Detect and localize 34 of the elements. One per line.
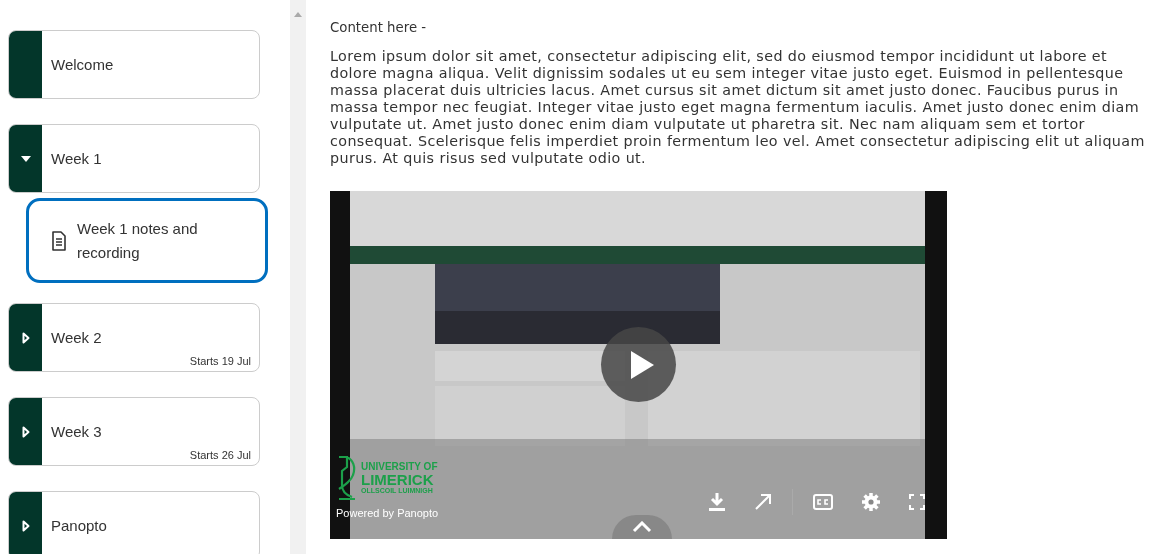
content-heading: Content here - [330,20,428,35]
module-title: Welcome [51,56,114,73]
scrollbar[interactable] [290,0,306,554]
play-icon [628,349,655,380]
start-date: Starts 26 Jul [189,449,251,461]
module-title: Panopto [51,517,107,534]
download-icon[interactable] [708,492,726,512]
logo-text: UNIVERSITY OF [361,462,438,472]
module-card[interactable]: Week 1 [8,124,260,193]
start-date: Starts 19 Jul [189,355,251,367]
module-title: Week 2 [51,329,102,346]
caret-right-icon[interactable] [21,425,30,438]
document-icon [51,230,67,251]
topic-item[interactable]: Week 1 notes and recording [26,198,268,283]
captions-icon[interactable] [813,494,833,510]
caret-up-icon [632,521,652,533]
crest-icon [336,455,358,501]
caret-right-icon[interactable] [21,519,30,532]
settings-icon[interactable] [861,492,881,512]
caret-down-icon[interactable] [19,154,32,163]
module-card[interactable]: Welcome [8,30,260,99]
share-icon[interactable] [754,493,772,511]
content-paragraph: Lorem ipsum dolor sit amet, consectetur adipiscing elit, sed do eiusmod tempor incididunt ut labore et dolore magna aliqua. Velit dignissim sodales ut eu sem integer vitae justo eget. Euismod in pellentesque massa placerat duis ultricies lacus. Amet cursus sit amet dictum sit amet justo donec. Faucibus purus in massa tempor nec feugiat. Integer vitae justo eget magna fermentum iaculis. Amet justo donec enim diam vulputate ut. Amet justo donec enim diam vulputate ut pharetra sit. Nec nam aliquam sem et tortor consequat. Scelerisque felis imperdiet proin fermentum leo vel. Amet consectetur adipiscing elit ut aliquam purus. At quis risus sed vulputate odio ut. [330,48,1146,167]
module-card[interactable]: Week 3 Starts 26 Jul [8,397,260,466]
module-card[interactable]: Panopto [8,491,260,554]
logo-text: LIMERICK [361,472,435,487]
scroll-up-icon[interactable] [294,11,302,17]
module-card[interactable]: Week 2 Starts 19 Jul [8,303,260,372]
expand-tab[interactable] [612,515,672,539]
module-title: Week 1 [51,150,102,167]
caret-right-icon[interactable] [21,331,30,344]
module-title: Week 3 [51,423,102,440]
fullscreen-icon[interactable] [909,494,925,510]
card-stripe [9,31,42,98]
